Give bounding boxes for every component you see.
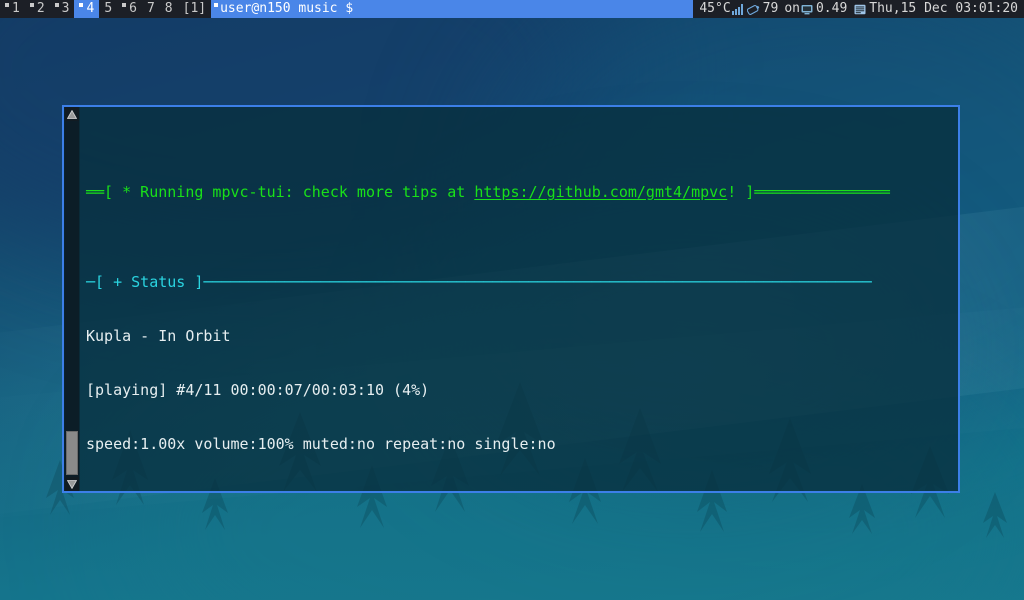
workspace-button-6[interactable]: 6 [117,0,142,18]
playback-options-line: speed:1.00x volume:100% muted:no repeat:… [86,435,556,453]
workspace-button-5[interactable]: 5 [99,0,117,18]
window-title-area: user@n150 music $ [211,0,694,18]
scrollbar-thumb[interactable] [65,431,78,475]
header-rule: ═══════════════ [754,183,890,201]
now-playing-title: Kupla - In Orbit [86,327,231,345]
header-prefix: ══[ [86,183,123,201]
calendar-icon [854,4,866,15]
status-bar: 1 2 3 45 678 [1] user@n150 music $ 45°C 79 o… [0,0,1024,18]
tui-header-line: ══[ * Running mpvc-tui: check more tips … [86,183,958,201]
battery-value: 79 [762,1,779,16]
terminal-scrollbar[interactable] [64,107,80,491]
monitor-icon [801,4,813,15]
window-title: user@n150 music $ [220,1,354,16]
temperature-readout: 45°C [699,0,730,18]
workspace-label: 3 [61,1,70,16]
clock-value: Thu,15 Dec 03:01:20 [869,1,1018,16]
workspace-list: 1 2 3 45 678 [0,0,178,18]
workspace-button-1[interactable]: 1 [0,0,25,18]
power-state: on [784,0,800,18]
workspace-button-4[interactable]: 4 [74,0,100,18]
header-star-icon: * [122,183,132,201]
workspace-label: 4 [86,1,95,16]
workspace-window-indicator-icon [5,3,9,7]
workspace-window-indicator-icon [29,3,34,7]
workspace-button-8[interactable]: 8 [160,0,178,18]
battery-icon [746,4,760,15]
scroll-up-arrow[interactable] [64,107,79,121]
window-marker-icon [214,3,219,7]
layout-indicator-label: [1] [182,1,207,16]
workspace-button-7[interactable]: 7 [142,0,160,18]
workspace-label: 2 [36,1,45,16]
workspace-label: 5 [104,1,113,16]
system-tray: 45°C 79 on 0.49 Thu,15 Dec 03:01:20 [693,0,1024,18]
status-section-rule: ────────────────────────────────────────… [203,273,872,291]
layout-indicator[interactable]: [1] [178,0,211,18]
temperature-value: 45°C [699,1,731,16]
section-header-status: ─[ + Status ]───────────────────────────… [86,273,958,291]
status-section-title: ─[ + Status ] [86,273,204,291]
workspace-label: 1 [12,1,20,16]
header-url-link[interactable]: https://github.com/gmt4/mpvc [474,183,727,201]
clock: Thu,15 Dec 03:01:20 [869,0,1018,18]
workspace-window-indicator-icon [54,3,59,7]
workspace-window-indicator-icon [79,3,84,7]
signal-bars-icon [731,3,743,15]
playback-state-line: [playing] #4/11 00:00:07/00:03:10 (4%) [86,381,430,399]
workspace-window-indicator-icon [122,3,127,7]
workspace-label: 7 [146,1,155,16]
terminal-window[interactable]: ══[ * Running mpvc-tui: check more tips … [62,105,960,493]
battery-percent: 79 [763,0,779,18]
header-text: Running mpvc-tui: check more tips at [131,183,475,201]
scrollbar-track[interactable] [64,121,79,477]
workspace-label: 6 [129,1,137,16]
scroll-down-arrow[interactable] [64,477,79,491]
power-state-value: on [784,1,800,16]
workspace-button-2[interactable]: 2 [25,0,50,18]
terminal-screen[interactable]: ══[ * Running mpvc-tui: check more tips … [80,107,958,491]
load-average: 0.49 [816,0,847,18]
workspace-button-3[interactable]: 3 [50,0,75,18]
workspace-label: 8 [164,1,173,16]
load-value: 0.49 [815,1,848,16]
header-suffix: ! ] [727,183,755,201]
